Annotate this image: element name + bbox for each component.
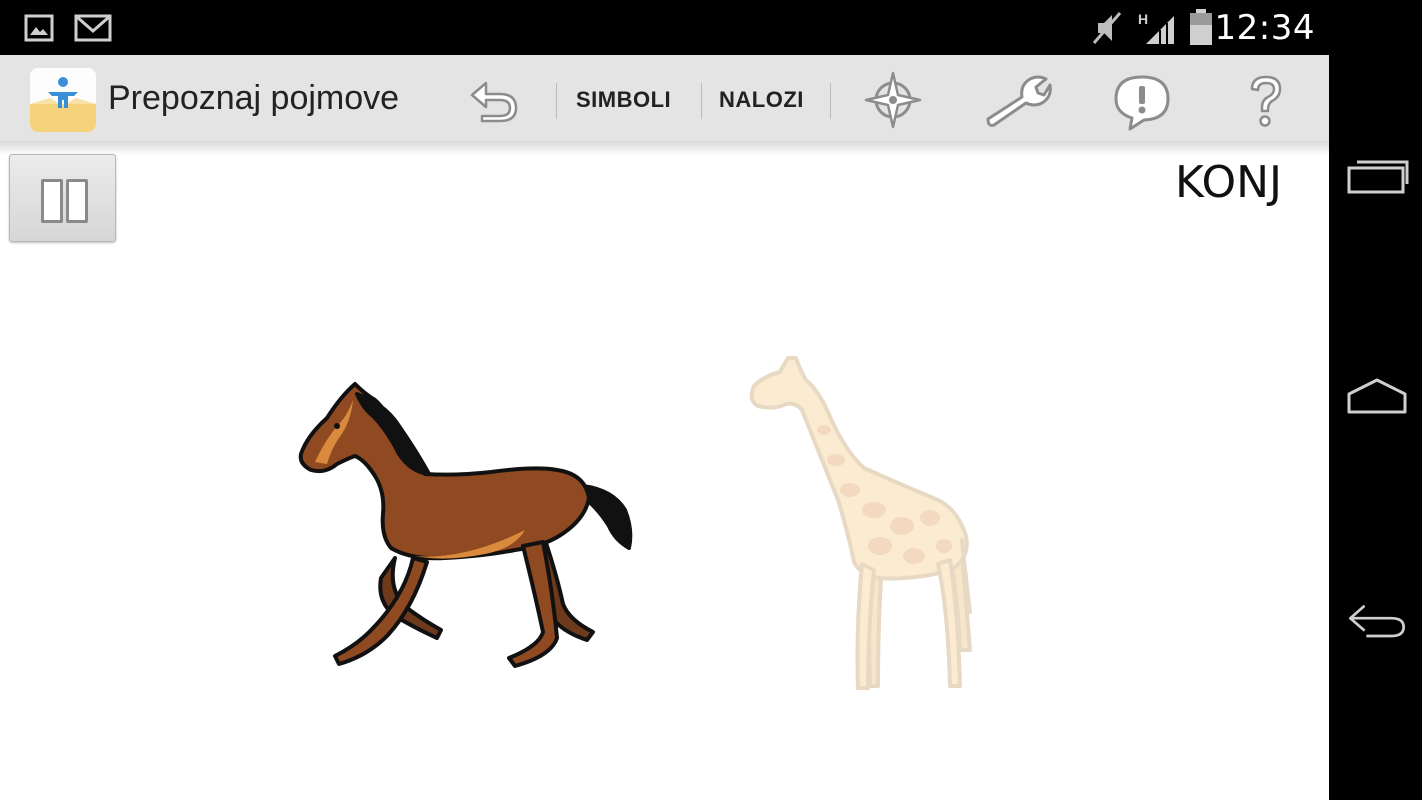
pause-button[interactable] (9, 154, 116, 242)
target-word: KONJ (1175, 157, 1282, 208)
pause-icon (41, 179, 63, 223)
gallery-notification-icon (24, 14, 54, 42)
battery-icon (1190, 9, 1212, 45)
app-logo-icon[interactable] (30, 68, 96, 132)
navigation-bar (1329, 0, 1422, 800)
wrench-icon[interactable] (984, 73, 1052, 129)
horse-symbol[interactable] (295, 380, 640, 670)
home-icon[interactable] (1345, 372, 1409, 420)
svg-text:H: H (1138, 11, 1148, 27)
action-divider (556, 83, 557, 119)
app-title: Prepoznaj pojmove (108, 79, 400, 117)
help-icon[interactable] (1246, 73, 1286, 129)
gmail-notification-icon (74, 14, 112, 42)
compass-icon[interactable] (864, 71, 922, 129)
action-bar-shadow (0, 141, 1329, 155)
pause-icon (66, 179, 88, 223)
action-bar: Prepoznaj pojmove SIMBOLI NALOZI (0, 55, 1329, 142)
giraffe-symbol[interactable] (744, 350, 978, 700)
status-clock: 12:34 (1214, 8, 1315, 48)
alert-icon[interactable] (1112, 73, 1172, 131)
recent-apps-icon[interactable] (1345, 152, 1409, 200)
back-icon[interactable] (1345, 596, 1409, 644)
action-divider (830, 83, 831, 119)
symbols-button[interactable]: SIMBOLI (576, 87, 671, 113)
signal-h-icon: H (1138, 11, 1174, 44)
mute-icon (1092, 12, 1122, 44)
tasks-button[interactable]: NALOZI (719, 87, 804, 113)
undo-icon[interactable] (466, 75, 524, 125)
status-bar: H 12:34 (0, 0, 1329, 55)
action-divider (701, 83, 702, 119)
